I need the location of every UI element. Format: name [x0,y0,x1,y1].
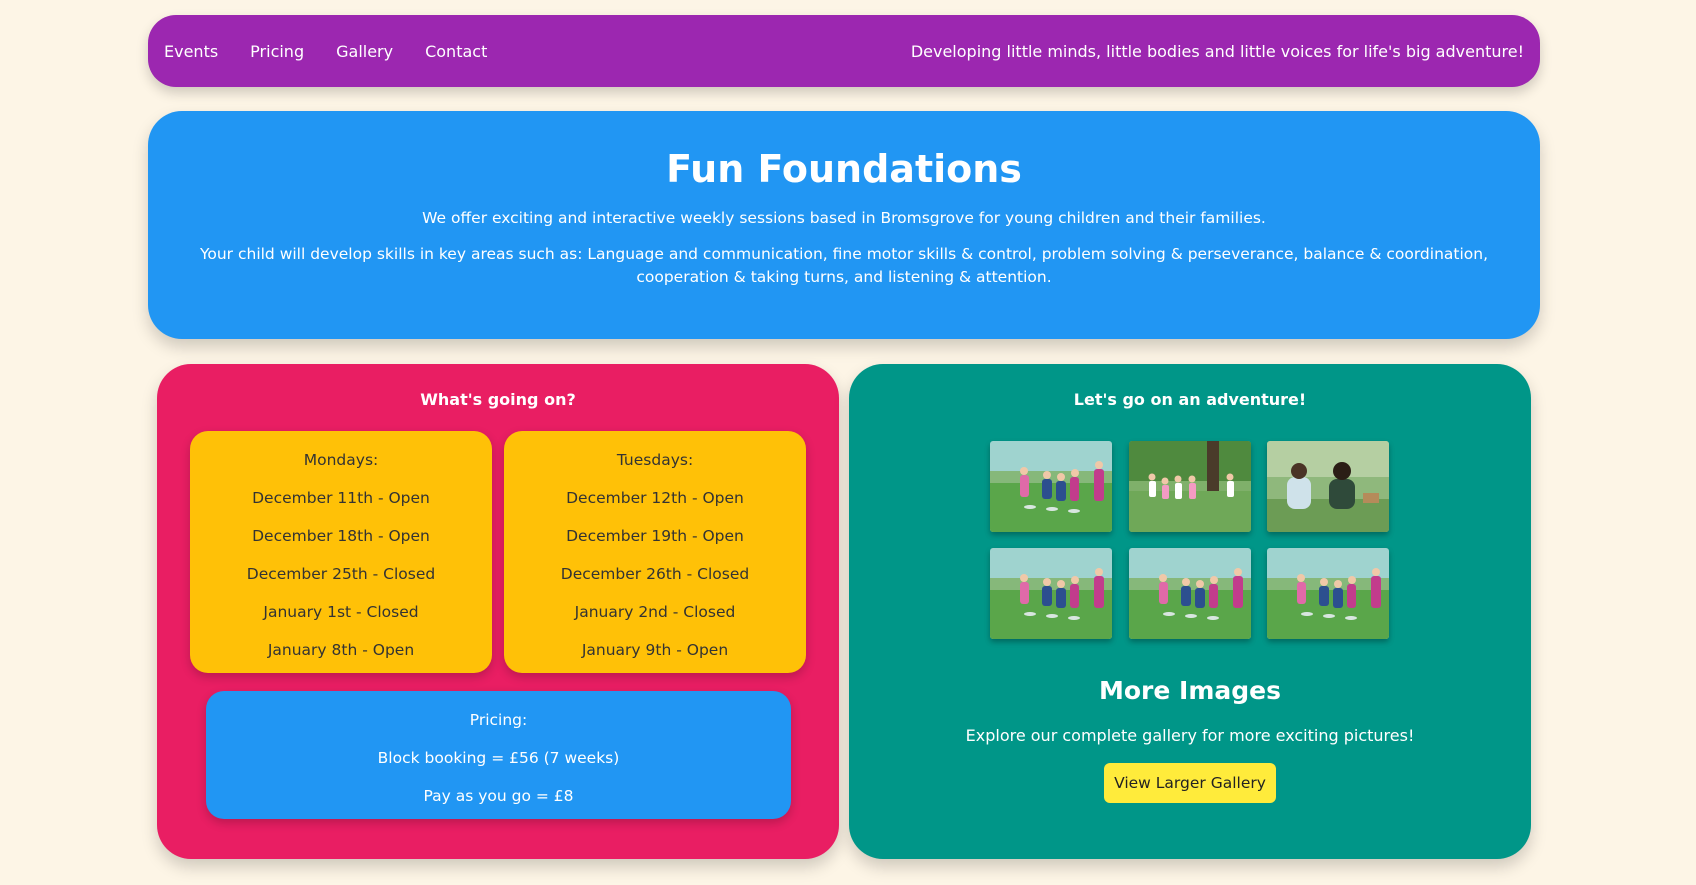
children-sitting-photo [1267,441,1389,532]
events-panel: What's going on? Mondays: December 11th … [157,364,839,859]
children-running-photo [1129,441,1251,532]
gallery-thumbnail[interactable] [1129,548,1251,639]
mondays-title: Mondays: [303,451,379,469]
children-playing-photo [990,441,1112,532]
gallery-heading: Let's go on an adventure! [1073,390,1307,409]
tuesday-date-item: December 12th - Open [566,489,744,507]
monday-date-item: December 18th - Open [252,527,430,545]
monday-date-item: December 11th - Open [252,489,430,507]
mondays-card: Mondays: December 11th - Open December 1… [190,431,492,673]
pay-as-you-go-price: Pay as you go = £8 [423,787,574,805]
view-larger-gallery-button[interactable]: View Larger Gallery [1104,763,1276,803]
pricing-title: Pricing: [469,711,528,729]
tuesdays-card: Tuesdays: December 12th - Open December … [504,431,806,673]
site-tagline: Developing little minds, little bodies a… [910,41,1524,61]
tuesday-date-item: January 9th - Open [581,641,729,659]
children-playing-photo [1129,548,1251,639]
tuesday-date-item: December 19th - Open [566,527,744,545]
gallery-thumbnail[interactable] [1267,441,1389,532]
monday-date-item: January 8th - Open [267,641,415,659]
nav-link-pricing[interactable]: Pricing [250,42,304,61]
more-images-title: More Images [1099,676,1281,705]
gallery-panel: Let's go on an adventure! More Images Ex… [849,364,1531,859]
hero-section: Fun Foundations We offer exciting and in… [148,111,1540,339]
gallery-thumbnail[interactable] [1129,441,1251,532]
tuesdays-title: Tuesdays: [616,451,694,469]
block-booking-price: Block booking = £56 (7 weeks) [377,749,620,767]
events-heading: What's going on? [420,390,576,409]
hero-skills-text: Your child will develop skills in key ar… [199,245,1489,286]
gallery-thumbnail[interactable] [990,548,1112,639]
page: Events Pricing Gallery Contact Developin… [0,0,1696,885]
page-title: Fun Foundations [666,147,1022,191]
nav-link-contact[interactable]: Contact [425,42,487,61]
pricing-card: Pricing: Block booking = £56 (7 weeks) P… [206,691,791,819]
tuesday-date-item: December 26th - Closed [560,565,750,583]
nav-link-gallery[interactable]: Gallery [336,42,393,61]
children-playing-photo [990,548,1112,639]
nav-links: Events Pricing Gallery Contact [164,42,487,61]
more-images-description: Explore our complete gallery for more ex… [965,726,1415,745]
tuesday-date-item: January 2nd - Closed [574,603,736,621]
gallery-thumbnail[interactable] [990,441,1112,532]
monday-date-item: January 1st - Closed [263,603,419,621]
monday-date-item: December 25th - Closed [246,565,436,583]
hero-intro-text: We offer exciting and interactive weekly… [422,208,1266,227]
children-playing-photo [1267,548,1389,639]
nav-link-events[interactable]: Events [164,42,218,61]
top-navbar: Events Pricing Gallery Contact Developin… [148,15,1540,87]
gallery-thumbnail[interactable] [1267,548,1389,639]
